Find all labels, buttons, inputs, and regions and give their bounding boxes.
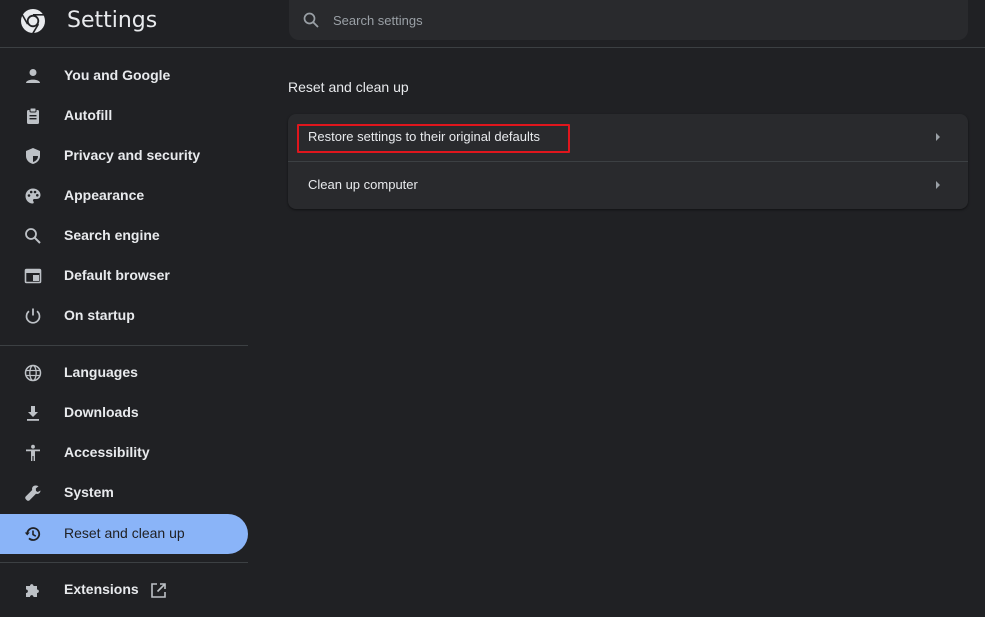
shield-icon — [26, 148, 40, 164]
sidebar-item-label: Search engine — [64, 227, 160, 243]
search-icon — [25, 228, 41, 244]
header-bar: Settings — [0, 0, 985, 48]
sidebar-divider — [0, 562, 248, 563]
sidebar-item-default-browser[interactable]: Default browser — [0, 256, 248, 296]
sidebar-item-on-startup[interactable]: On startup — [0, 296, 248, 336]
power-icon — [25, 308, 41, 324]
chevron-right-icon — [936, 133, 940, 141]
sidebar-item-autofill[interactable]: Autofill — [0, 96, 248, 136]
settings-window: Settings You and Google Autof — [0, 0, 985, 617]
sidebar-item-label: Appearance — [64, 187, 145, 203]
sidebar-item-you-and-google[interactable]: You and Google — [0, 56, 248, 96]
sidebar-item-accessibility[interactable]: Accessibility — [0, 433, 248, 473]
page-title: Settings — [67, 8, 158, 33]
clean-up-computer-row[interactable]: Clean up computer — [288, 162, 968, 209]
sidebar-item-search-engine[interactable]: Search engine — [0, 216, 248, 256]
sidebar-item-languages[interactable]: Languages — [0, 353, 248, 393]
sidebar-item-privacy-and-security[interactable]: Privacy and security — [0, 136, 248, 176]
sidebar-item-label: You and Google — [64, 67, 171, 83]
search-icon — [303, 12, 319, 28]
sidebar-item-downloads[interactable]: Downloads — [0, 393, 248, 433]
palette-icon — [25, 188, 41, 204]
open-in-new-icon[interactable] — [150, 582, 167, 599]
sidebar-item-label: On startup — [64, 307, 135, 323]
download-icon — [27, 406, 39, 421]
sidebar-item-label: Extensions — [64, 581, 139, 597]
person-icon — [26, 69, 40, 83]
sidebar-item-reset-and-clean-up[interactable]: Reset and clean up — [0, 514, 248, 554]
browser-window-icon — [24, 268, 42, 284]
chrome-logo-icon — [21, 9, 45, 34]
accessibility-icon — [26, 444, 40, 461]
search-input[interactable] — [333, 8, 933, 32]
sidebar-item-label: Downloads — [64, 404, 139, 420]
sidebar-item-system[interactable]: System — [0, 473, 248, 513]
sidebar-item-label: Accessibility — [64, 444, 150, 460]
globe-icon — [24, 364, 42, 382]
search-bar[interactable] — [289, 0, 968, 40]
sidebar-item-label: Reset and clean up — [64, 525, 185, 541]
section-title: Reset and clean up — [288, 79, 409, 95]
sidebar-item-extensions[interactable]: Extensions — [0, 570, 248, 610]
sidebar-item-label: Languages — [64, 364, 138, 380]
sidebar-divider — [0, 345, 248, 346]
clipboard-icon — [27, 107, 39, 124]
sidebar-item-label: Autofill — [64, 107, 113, 123]
row-label: Restore settings to their original defau… — [308, 129, 540, 144]
sidebar-item-label: Privacy and security — [64, 147, 201, 163]
sidebar-item-appearance[interactable]: Appearance — [0, 176, 248, 216]
wrench-icon — [25, 485, 41, 501]
sidebar: You and Google Autofill Privacy and secu… — [0, 49, 250, 617]
restore-defaults-row[interactable]: Restore settings to their original defau… — [288, 114, 968, 161]
chevron-right-icon — [936, 181, 940, 189]
history-reset-icon — [24, 527, 41, 541]
puzzle-icon — [26, 584, 39, 597]
sidebar-item-label: Default browser — [64, 267, 170, 283]
sidebar-item-label: System — [64, 484, 114, 500]
row-label: Clean up computer — [308, 177, 418, 192]
reset-settings-card: Restore settings to their original defau… — [288, 114, 968, 209]
